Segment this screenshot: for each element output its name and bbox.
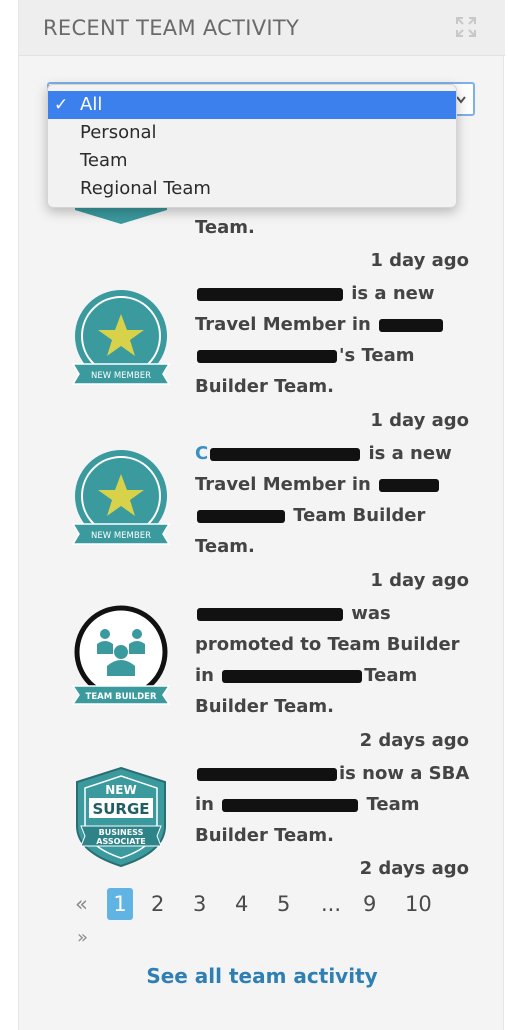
surge-business-associate-badge-icon: NEW SURGE BUSINESS ASSOCIATE xyxy=(76,766,166,868)
pagination: « 1 2 3 4 5 ... 9 10 » xyxy=(59,888,499,948)
filter-dropdown-menu: ✓ All Personal Team Regional Team xyxy=(47,84,457,208)
page-link-5[interactable]: 5 xyxy=(277,888,290,920)
badge-mid-text: SURGE xyxy=(92,800,149,818)
redacted-name xyxy=(210,447,361,461)
redacted-name xyxy=(222,798,359,812)
redacted-name xyxy=(379,318,444,332)
dropdown-option-regional-team[interactable]: Regional Team xyxy=(48,175,456,203)
badge-bottom-text: ASSOCIATE xyxy=(96,837,146,846)
activity-timestamp: 1 day ago xyxy=(370,570,469,591)
badge-top-text: NEW xyxy=(105,783,136,797)
redacted-name xyxy=(222,669,363,683)
team-activity-panel: RECENT TEAM ACTIVITY Team. 1 day ago NEW… xyxy=(18,0,505,1030)
redacted-name xyxy=(197,287,343,301)
page-link-4[interactable]: 4 xyxy=(235,888,248,920)
dropdown-option-personal[interactable]: Personal xyxy=(48,119,456,147)
activity-timestamp: 1 day ago xyxy=(370,410,469,431)
redacted-name xyxy=(197,607,343,621)
dropdown-option-all[interactable]: ✓ All xyxy=(48,91,456,119)
redacted-name xyxy=(197,349,337,363)
activity-text: Team. xyxy=(195,217,255,238)
expand-icon[interactable] xyxy=(455,16,477,38)
activity-timestamp: 2 days ago xyxy=(359,858,469,879)
page-ellipsis: ... xyxy=(321,892,342,916)
team-builder-badge-icon: TEAM BUILDER xyxy=(71,605,171,705)
dropdown-option-team[interactable]: Team xyxy=(48,147,456,175)
activity-timestamp: 1 day ago xyxy=(370,250,469,271)
badge-label: NEW MEMBER xyxy=(91,531,151,541)
panel-title: RECENT TEAM ACTIVITY xyxy=(43,16,300,40)
activity-timestamp: 2 days ago xyxy=(359,730,469,751)
member-name-link[interactable]: C xyxy=(195,443,362,464)
badge-label: TEAM BUILDER xyxy=(86,692,157,702)
activity-text: is a new Travel Member in 's Team Builde… xyxy=(195,278,481,402)
page-link-9[interactable]: 9 xyxy=(363,888,376,920)
page-link-10[interactable]: 10 xyxy=(405,888,432,920)
redacted-name xyxy=(197,509,285,523)
redacted-name xyxy=(379,478,440,492)
activity-text: C is a new Travel Member in Team Builder… xyxy=(195,443,452,557)
page-link-2[interactable]: 2 xyxy=(151,888,164,920)
badge-bottom-text: BUSINESS xyxy=(99,828,144,837)
page-next-link[interactable]: » xyxy=(77,926,88,950)
panel-header: RECENT TEAM ACTIVITY xyxy=(19,0,505,56)
page-prev-link[interactable]: « xyxy=(75,888,88,920)
new-member-badge-icon: NEW MEMBER xyxy=(71,290,171,385)
new-member-badge-icon: NEW MEMBER xyxy=(71,450,171,545)
checkmark-icon: ✓ xyxy=(54,95,69,115)
badge-label: NEW MEMBER xyxy=(91,371,151,381)
page-link-3[interactable]: 3 xyxy=(193,888,206,920)
activity-text: is now a SBA in Team Builder Team. xyxy=(195,763,470,846)
activity-text: was promoted to Team Builder in Team Bui… xyxy=(195,603,460,717)
redacted-name xyxy=(197,767,337,781)
see-all-team-activity-link[interactable]: See all team activity xyxy=(19,964,505,988)
page-link-1[interactable]: 1 xyxy=(107,888,133,920)
